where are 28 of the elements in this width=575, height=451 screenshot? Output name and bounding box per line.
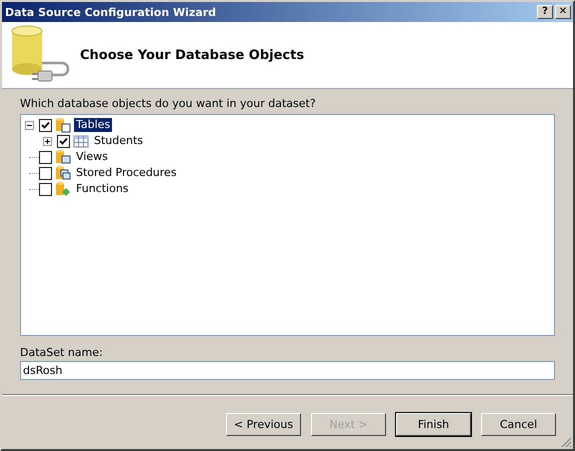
tree-item[interactable]: Tables <box>74 118 112 132</box>
help-button[interactable]: ? <box>537 5 553 19</box>
cylinder-icon <box>55 165 71 181</box>
checkbox[interactable] <box>39 118 52 132</box>
close-button[interactable]: ✕ <box>555 5 571 19</box>
collapse-icon[interactable] <box>25 120 34 130</box>
resize-grip-icon <box>560 436 572 448</box>
checkbox[interactable] <box>39 166 52 180</box>
tree-item[interactable]: Students <box>92 134 146 148</box>
cylinder-icon <box>55 117 71 133</box>
expand-icon[interactable] <box>43 136 52 146</box>
cylinder-icon <box>55 181 71 197</box>
prompt-text: Which database objects do you want in your dataset? <box>20 97 317 110</box>
wizard-button[interactable]: < Previous <box>226 413 301 436</box>
cylinder-icon <box>55 149 71 165</box>
checkbox[interactable] <box>39 182 52 196</box>
tree-item[interactable]: Stored Procedures <box>74 166 179 180</box>
wizard-button[interactable]: Cancel <box>481 413 556 436</box>
tree-item[interactable]: Views <box>74 150 110 164</box>
checkbox[interactable] <box>57 134 70 148</box>
dataset-label: DataSet name: <box>20 346 104 359</box>
tree-item[interactable]: Functions <box>74 182 131 196</box>
grid-icon <box>73 133 89 149</box>
checkbox[interactable] <box>39 150 52 164</box>
wizard-button[interactable]: Finish <box>396 413 471 436</box>
dataset-name-field[interactable]: dsRosh <box>20 361 555 380</box>
window-title: Data Source Configuration Wizard <box>5 6 216 18</box>
page-heading: Choose Your Database Objects <box>80 48 304 62</box>
